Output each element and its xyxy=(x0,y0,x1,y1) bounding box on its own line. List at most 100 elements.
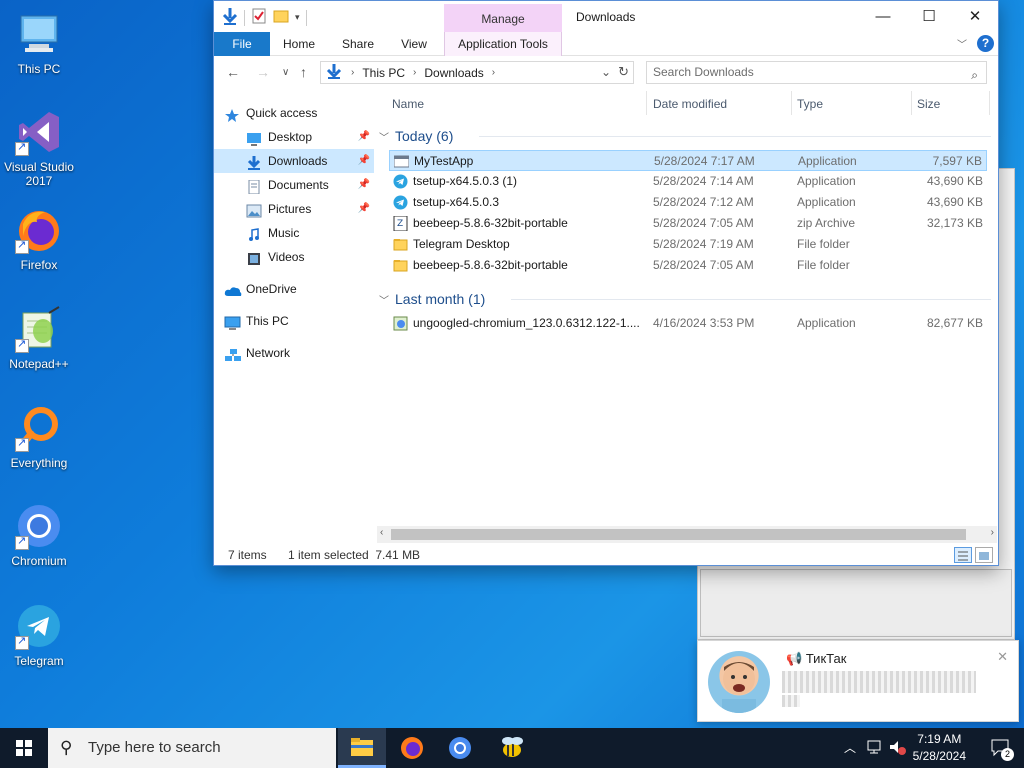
desktop-icon-visual-studio[interactable]: Visual Studio 2017 xyxy=(0,108,78,188)
download-icon xyxy=(246,154,262,170)
customize-qat-icon[interactable]: ▾ xyxy=(295,12,300,23)
search-input[interactable]: Search Downloads xyxy=(653,65,754,79)
search-box[interactable]: Search Downloads ⌕ xyxy=(646,61,987,84)
file-name: beebeep-5.8.6-32bit-portable xyxy=(413,258,568,272)
desktop-icon-chromium[interactable]: Chromium xyxy=(0,502,78,568)
nav-item-label: Music xyxy=(268,226,300,240)
minimize-button[interactable]: — xyxy=(860,1,906,32)
nav-item-label: Videos xyxy=(268,250,305,264)
network-icon[interactable] xyxy=(866,738,884,759)
desktop-icon-everything[interactable]: Everything xyxy=(0,404,78,470)
nav-item-videos[interactable]: Videos xyxy=(214,245,374,269)
search-icon: ⌕ xyxy=(971,68,978,82)
close-icon[interactable]: ✕ xyxy=(997,649,1008,665)
nav-item-documents[interactable]: Documents 📌 xyxy=(214,173,374,197)
nav-item-quick-access[interactable]: Quick access xyxy=(214,101,374,125)
tab-share[interactable]: Share xyxy=(334,32,382,56)
close-button[interactable]: ✕ xyxy=(952,1,998,32)
details-view-button[interactable] xyxy=(954,547,972,563)
horizontal-scrollbar[interactable]: ‹ › xyxy=(377,526,997,543)
file-size: 43,690 KB xyxy=(926,174,983,188)
file-size: 7,597 KB xyxy=(932,154,982,168)
notification-toast[interactable]: 📢 ТикТак ✕ xyxy=(697,640,1019,722)
tab-application-tools[interactable]: Application Tools xyxy=(444,32,562,56)
taskbar-firefox[interactable] xyxy=(388,728,436,768)
start-button[interactable] xyxy=(0,728,48,768)
expand-ribbon-icon[interactable]: ﹀ xyxy=(957,36,967,51)
pin-icon: 📌 xyxy=(357,179,370,190)
tab-view[interactable]: View xyxy=(392,32,436,56)
file-row[interactable]: tsetup-x64.5.0.3 (1) 5/28/2024 7:14 AM App… xyxy=(389,171,987,192)
file-row[interactable]: ungoogled-chromium_123.0.6312.122-1.... 4… xyxy=(389,313,987,334)
breadcrumb-separator-icon: › xyxy=(491,67,496,78)
nav-item-this-pc[interactable]: This PC xyxy=(214,309,374,333)
chevron-up-icon[interactable]: ︿ xyxy=(844,739,856,756)
title-bar[interactable]: ▾ Manage Downloads — ☐ ✕ xyxy=(214,1,998,32)
nav-item-downloads[interactable]: Downloads 📌 xyxy=(214,149,374,173)
scroll-right-icon[interactable]: › xyxy=(991,527,994,538)
tab-file[interactable]: File xyxy=(214,32,270,56)
desktop-icon-this-pc[interactable]: This PC xyxy=(0,10,78,76)
column-divider[interactable] xyxy=(646,91,647,115)
recent-locations-button[interactable]: ∨ xyxy=(282,67,289,78)
column-header-type[interactable]: Type xyxy=(797,97,823,111)
desktop-icon-label: Telegram xyxy=(14,654,64,668)
column-header-name[interactable]: Name xyxy=(392,97,424,111)
nav-item-desktop[interactable]: Desktop 📌 xyxy=(214,125,374,149)
forward-button[interactable]: → xyxy=(256,64,270,80)
group-header[interactable]: ﹀ Last month (1) xyxy=(379,288,991,310)
taskbar-beebeep[interactable] xyxy=(488,728,536,768)
nav-item-music[interactable]: Music xyxy=(214,221,374,245)
taskbar-search-box[interactable]: ⚲ Type here to search xyxy=(48,728,336,768)
scroll-left-icon[interactable]: ‹ xyxy=(380,527,383,538)
taskbar-search-input[interactable]: Type here to search xyxy=(88,739,221,756)
breadcrumb-downloads[interactable]: Downloads xyxy=(424,66,483,80)
column-headers: Name Date modified Type Size xyxy=(379,89,991,117)
column-divider[interactable] xyxy=(989,91,990,115)
manage-contextual-tab[interactable]: Manage xyxy=(444,4,562,32)
volume-muted-icon[interactable] xyxy=(888,738,906,759)
help-icon[interactable]: ? xyxy=(977,35,994,52)
file-row[interactable]: tsetup-x64.5.0.3 5/28/2024 7:12 AM Applica… xyxy=(389,192,987,213)
taskbar-file-explorer[interactable] xyxy=(338,728,386,768)
maximize-button[interactable]: ☐ xyxy=(906,1,952,32)
nav-item-onedrive[interactable]: OneDrive xyxy=(214,277,374,301)
nav-item-pictures[interactable]: Pictures 📌 xyxy=(214,197,374,221)
up-button[interactable]: ↑ xyxy=(300,64,307,80)
file-row[interactable]: beebeep-5.8.6-32bit-portable 5/28/2024 7:… xyxy=(389,255,987,276)
desktop-icon-notepad-plus-plus[interactable]: Notepad++ xyxy=(0,305,78,371)
file-explorer-window[interactable]: ▾ Manage Downloads — ☐ ✕ File Home Share… xyxy=(213,0,999,566)
desktop-icon-telegram[interactable]: Telegram xyxy=(0,602,78,668)
desktop-icon-firefox[interactable]: Firefox xyxy=(0,206,78,272)
new-folder-icon[interactable] xyxy=(273,8,289,27)
properties-icon[interactable] xyxy=(251,8,267,27)
shortcut-arrow-icon xyxy=(15,238,29,254)
column-header-size[interactable]: Size xyxy=(917,97,940,111)
taskbar-chromium[interactable] xyxy=(436,728,484,768)
column-divider[interactable] xyxy=(791,91,792,115)
clock[interactable]: 7:19 AM 5/28/2024 xyxy=(913,731,966,765)
nav-item-label: OneDrive xyxy=(246,282,297,296)
nav-item-label: Documents xyxy=(268,178,329,192)
tab-home[interactable]: Home xyxy=(276,32,322,56)
refresh-icon[interactable]: ↻ xyxy=(618,64,629,80)
column-divider[interactable] xyxy=(911,91,912,115)
star-icon xyxy=(224,106,240,122)
breadcrumb-this-pc[interactable]: This PC xyxy=(362,66,405,80)
scrollbar-thumb[interactable] xyxy=(391,529,966,540)
file-row[interactable]: Telegram Desktop 5/28/2024 7:19 AM File fo… xyxy=(389,234,987,255)
action-center-button[interactable]: 2 xyxy=(990,737,1014,761)
column-header-date[interactable]: Date modified xyxy=(653,97,727,111)
desktop-icon-label: Visual Studio 2017 xyxy=(4,160,74,188)
file-row[interactable]: MyTestApp 5/28/2024 7:17 AM Application 7,5… xyxy=(389,150,987,171)
back-button[interactable]: ← xyxy=(226,64,240,80)
telegram-icon xyxy=(393,195,408,210)
large-icons-view-button[interactable] xyxy=(975,547,993,563)
file-row[interactable]: Zbeebeep-5.8.6-32bit-portable 5/28/2024 7… xyxy=(389,213,987,234)
address-bar[interactable]: › This PC › Downloads › ⌄ ↻ xyxy=(320,61,634,84)
group-header[interactable]: ﹀ Today (6) xyxy=(379,125,991,147)
file-list: Name Date modified Type Size ﹀ Today (6) M… xyxy=(379,89,991,527)
file-name: tsetup-x64.5.0.3 (1) xyxy=(413,174,518,188)
address-dropdown-icon[interactable]: ⌄ xyxy=(601,65,611,79)
nav-item-network[interactable]: Network xyxy=(214,341,374,365)
